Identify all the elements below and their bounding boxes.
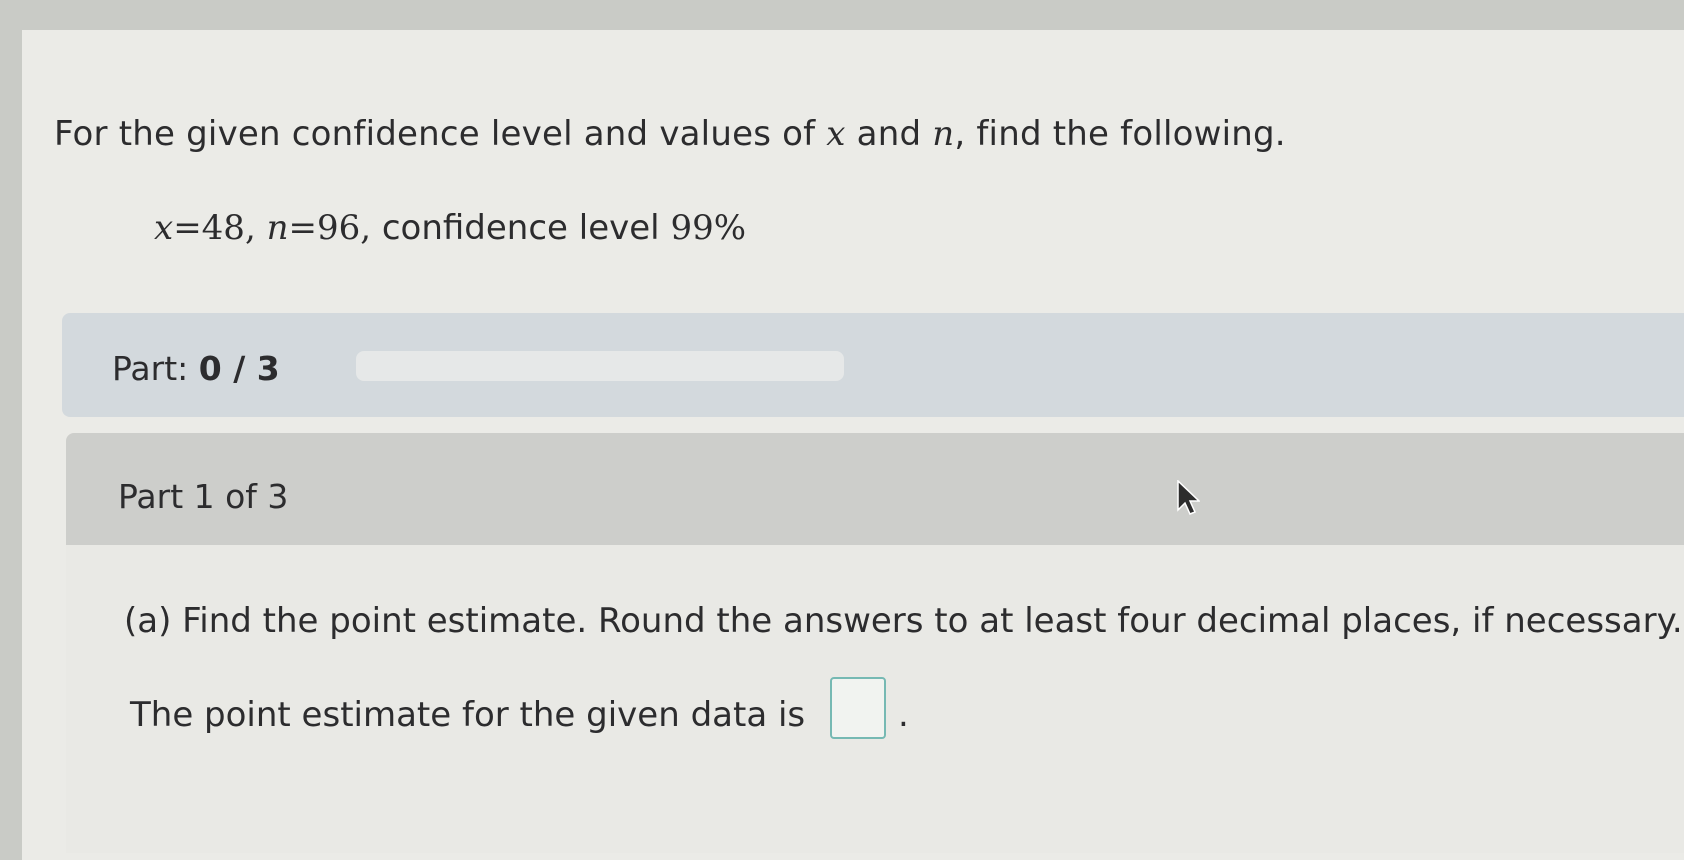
prompt-n-variable: n xyxy=(932,114,955,154)
part-a-question: (a) Find the point estimate. Round the a… xyxy=(124,601,1683,641)
answer-period: . xyxy=(898,695,909,735)
given-values: x=48, n=96, confidence level 99% xyxy=(154,208,746,248)
part-header-label: Part 1 of 3 xyxy=(118,477,289,516)
given-x-value: =48, xyxy=(173,208,267,248)
part-progress-label: Part: 0 / 3 xyxy=(112,349,280,388)
answer-prompt: The point estimate for the given data is xyxy=(130,695,806,735)
given-confidence-label: confidence level xyxy=(381,208,671,248)
mouse-pointer-icon xyxy=(1177,480,1200,515)
prompt-text: For the given confidence level and value… xyxy=(54,114,1286,154)
prompt-text-and: and xyxy=(845,114,933,154)
given-n-variable: n xyxy=(266,208,289,248)
part-1-section: Part 1 of 3 (a) Find the point estimate.… xyxy=(66,433,1684,853)
progress-track xyxy=(356,351,844,381)
given-x-variable: x xyxy=(154,208,174,248)
part-progress-prefix: Part: xyxy=(112,349,199,388)
prompt-x-variable: x xyxy=(826,114,846,154)
given-n-value: =96, xyxy=(288,208,382,248)
given-confidence-value: 99% xyxy=(670,208,747,248)
part-progress-count: 0 / 3 xyxy=(198,349,280,388)
prompt-text-before-x: For the given confidence level and value… xyxy=(54,114,827,154)
point-estimate-input[interactable] xyxy=(830,677,886,739)
part-header: Part 1 of 3 xyxy=(66,433,1684,545)
prompt-text-after-n: , find the following. xyxy=(954,114,1286,154)
part-progress-bar: Part: 0 / 3 xyxy=(62,313,1684,417)
